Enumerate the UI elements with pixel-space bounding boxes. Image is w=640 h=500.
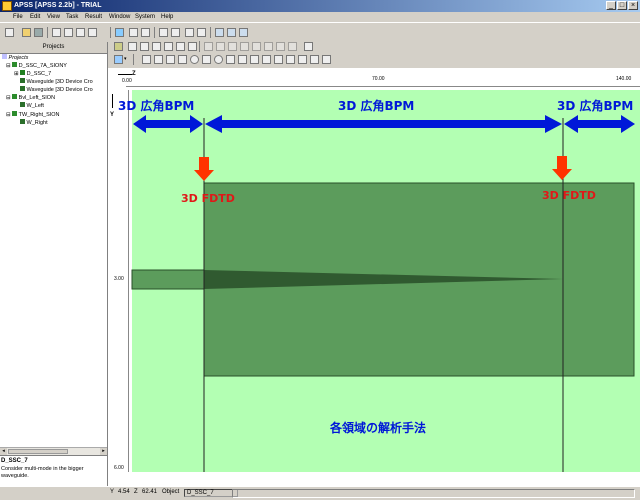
bpm-label-right: 3D 広角BPM — [557, 99, 634, 113]
bpm-arrow-right — [564, 115, 635, 133]
fdtd-arrow-right — [552, 156, 572, 180]
status-object-label: Object — [162, 489, 180, 495]
bpm-arrow-center — [205, 115, 562, 133]
fdtd-label-left: 3D FDTD — [181, 192, 235, 205]
status-object-value: D_SSC_7 — [184, 489, 238, 497]
status-y-label: Y — [110, 489, 115, 495]
fdtd-label-right: 3D FDTD — [542, 189, 596, 202]
input-waveguide[interactable] — [131, 269, 205, 290]
status-message-pane — [232, 489, 635, 498]
status-z-label: Z — [134, 489, 138, 495]
status-y-value: 4.54 — [118, 489, 130, 495]
analysis-method-caption: 各領域の解析手法 — [330, 421, 427, 435]
fdtd-arrow-left — [194, 157, 214, 181]
status-bar: Y 4.54 Z 62.41 Object D_SSC_7 — [0, 486, 640, 500]
bpm-arrow-left — [133, 115, 203, 133]
bpm-label-left: 3D 広角BPM — [118, 99, 195, 113]
bpm-label-center: 3D 広角BPM — [338, 99, 415, 113]
device-layout — [131, 115, 635, 472]
status-z-value: 62.41 — [142, 489, 158, 495]
